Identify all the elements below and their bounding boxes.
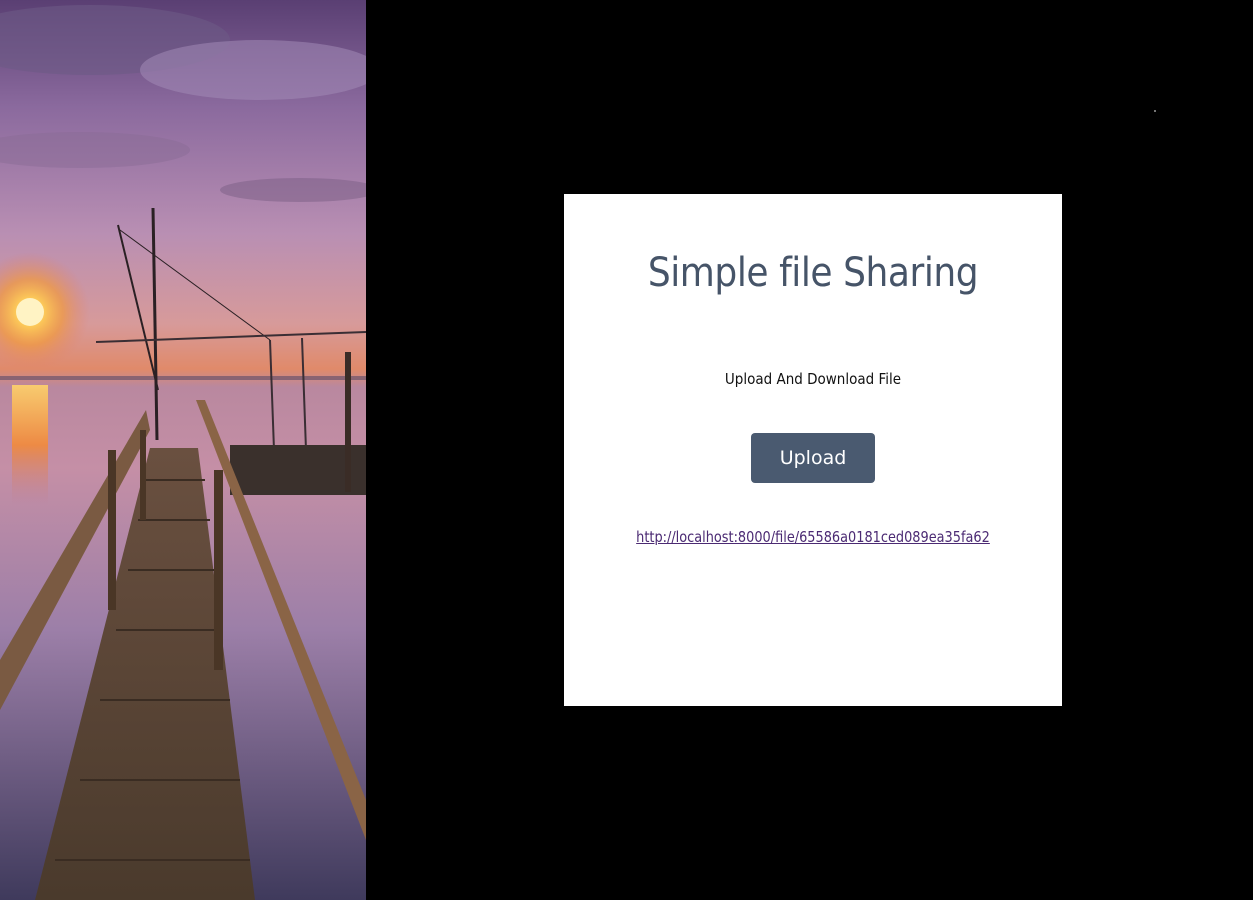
stray-dot — [1154, 110, 1156, 112]
page: Simple file Sharing Upload And Download … — [0, 0, 1253, 900]
page-subtitle: Upload And Download File — [724, 370, 902, 388]
file-download-link[interactable]: http://localhost:8000/file/65586a0181ced… — [599, 528, 1027, 546]
file-sharing-card: Simple file Sharing Upload And Download … — [564, 194, 1062, 706]
sunset-pier-photo — [0, 0, 366, 900]
upload-button[interactable]: Upload — [751, 433, 875, 483]
page-title: Simple file Sharing — [647, 250, 979, 296]
